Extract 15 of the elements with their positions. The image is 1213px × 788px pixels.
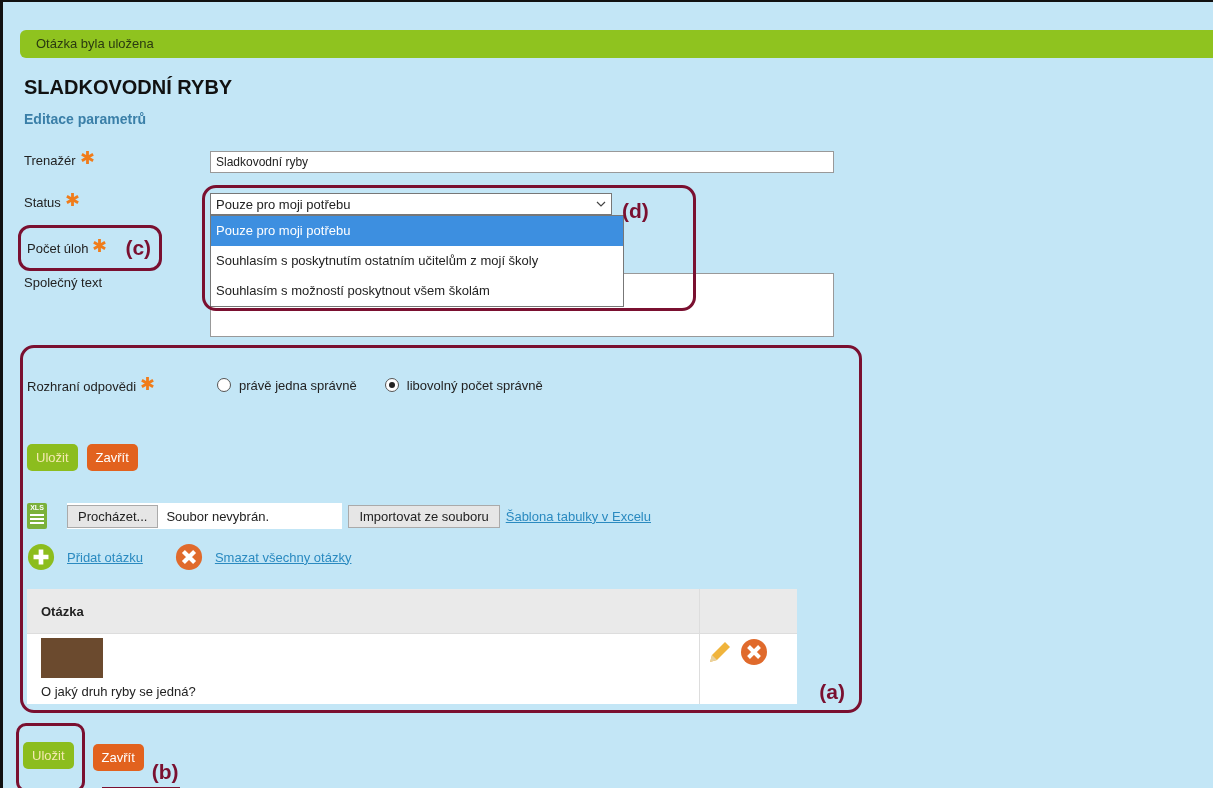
field-label: Status (24, 195, 61, 210)
field-label: Počet úloh (27, 240, 89, 256)
field-label: Trenažér (24, 153, 76, 168)
page-title: SLADKOVODNÍ RYBY (24, 76, 234, 99)
file-name: Soubor nevybrán. (165, 508, 270, 524)
annotation-label: (c) (125, 236, 152, 260)
annotation-label: (b) (151, 759, 179, 784)
question-text: O jaký druh ryby se jedná? (41, 684, 196, 699)
annotation-label: (a) (819, 680, 845, 704)
annotation-label: (d) (622, 199, 649, 223)
field-label: Rozhraní odpovědi (27, 378, 137, 394)
notice-bar: Otázka byla uložena (20, 30, 1213, 58)
section-subtitle: Editace parametrů (24, 111, 148, 127)
field-label: Společný text (24, 275, 103, 290)
column-header: Otázka (27, 589, 700, 634)
